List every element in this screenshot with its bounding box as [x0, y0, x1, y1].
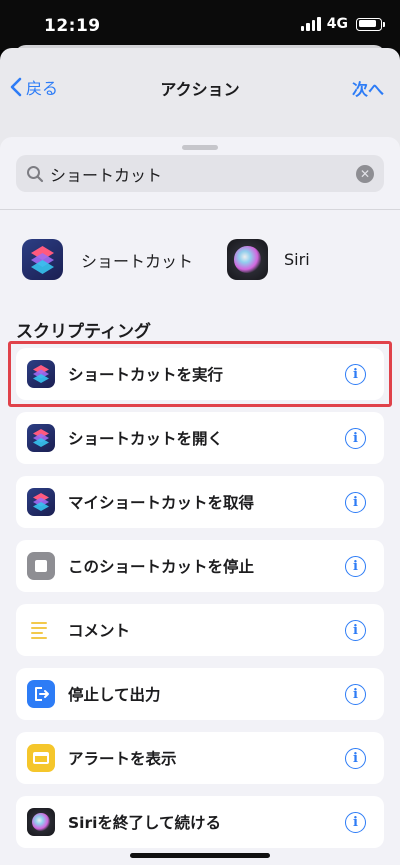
info-icon[interactable]: i: [345, 427, 366, 449]
action-label: アラートを表示: [68, 750, 177, 768]
siri-app-icon: [227, 239, 269, 280]
action-row-show-alert[interactable]: アラートを表示 i: [16, 732, 384, 784]
status-indicators: 4G: [300, 16, 385, 32]
comment-icon: [27, 616, 55, 644]
info-icon[interactable]: i: [345, 363, 366, 385]
action-label: マイショートカットを取得: [68, 494, 255, 512]
action-label: コメント: [68, 622, 131, 640]
search-section: ショートカット ✕: [0, 137, 400, 210]
shortcuts-icon: [27, 488, 55, 516]
app-label: Siri: [284, 250, 310, 269]
action-label: このショートカットを停止: [68, 558, 255, 576]
action-row-comment[interactable]: コメント i: [16, 604, 384, 656]
action-label: ショートカットを開く: [68, 430, 224, 448]
status-bar: 12:19 4G: [0, 0, 400, 50]
battery-icon: [356, 17, 385, 31]
nav-title: アクション: [160, 80, 240, 99]
cellular-signal-icon: [300, 17, 321, 31]
action-row-dismiss-siri[interactable]: Siriを終了して続ける i: [16, 796, 384, 848]
action-label: 停止して出力: [68, 686, 161, 704]
next-button[interactable]: 次へ: [352, 76, 384, 100]
section-title: スクリプティング: [16, 322, 151, 342]
shortcuts-icon: [27, 360, 55, 388]
battery-level: [358, 20, 376, 27]
app-item-siri[interactable]: Siri: [227, 239, 310, 280]
home-indicator[interactable]: [130, 853, 270, 858]
shortcuts-app-icon: [22, 239, 63, 280]
info-icon[interactable]: i: [345, 811, 366, 833]
app-item-shortcuts[interactable]: ショートカット: [22, 239, 193, 280]
info-icon[interactable]: i: [345, 747, 366, 769]
alert-icon: [27, 744, 55, 772]
exit-icon: [27, 680, 55, 708]
stop-icon: [27, 552, 55, 580]
action-sheet: ショートカット ✕ ショートカット Siri スクリプティング ショートカットを…: [0, 137, 400, 865]
shortcuts-icon: [27, 424, 55, 452]
action-label: Siriを終了して続ける: [68, 814, 221, 832]
action-list: ショートカットを実行 i ショートカットを開く i マイショートカットを取得 i…: [8, 341, 392, 860]
info-icon[interactable]: i: [345, 491, 366, 513]
info-icon[interactable]: i: [345, 555, 366, 577]
action-row-run-shortcut[interactable]: ショートカットを実行 i: [8, 341, 392, 407]
action-row-get-my-shortcuts[interactable]: マイショートカットを取得 i: [16, 476, 384, 528]
action-row-open-shortcut[interactable]: ショートカットを開く i: [16, 412, 384, 464]
network-type: 4G: [326, 16, 348, 32]
info-icon[interactable]: i: [345, 619, 366, 641]
app-label: ショートカット: [81, 251, 194, 271]
search-icon: [27, 165, 44, 182]
info-icon[interactable]: i: [345, 683, 366, 705]
status-time: 12:19: [44, 16, 101, 36]
clear-search-icon[interactable]: ✕: [356, 164, 374, 183]
action-row-stop-shortcut[interactable]: このショートカットを停止 i: [16, 540, 384, 592]
search-input[interactable]: ショートカット ✕: [16, 155, 384, 192]
action-label: ショートカットを実行: [68, 366, 224, 384]
siri-icon: [27, 808, 55, 836]
search-value: ショートカット: [50, 165, 163, 185]
app-suggestions: ショートカット Siri: [22, 239, 310, 280]
action-row-stop-and-output[interactable]: 停止して出力 i: [16, 668, 384, 720]
